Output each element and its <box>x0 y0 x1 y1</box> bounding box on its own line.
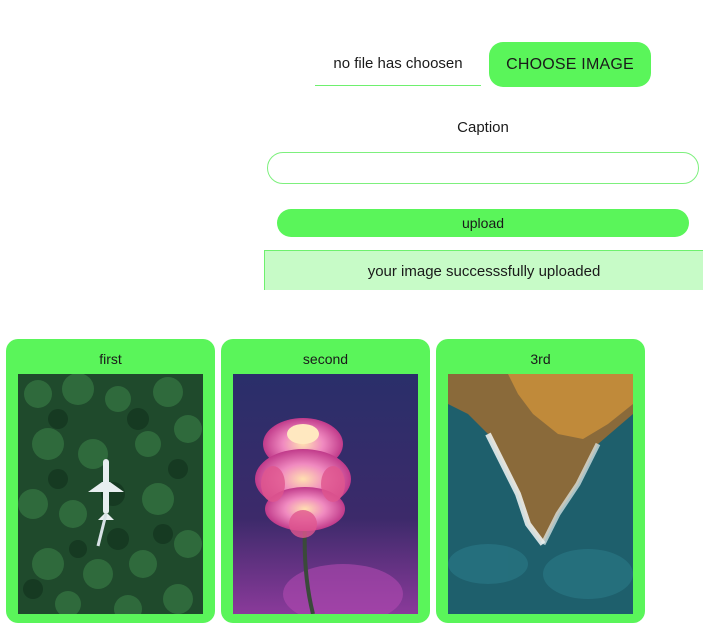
card-title: 3rd <box>530 351 551 367</box>
forest-airplane-image <box>18 374 203 614</box>
gallery-card-second: second <box>221 339 430 623</box>
dahlia-flower-image <box>233 374 418 614</box>
success-message: your image successsfully uploaded <box>264 250 703 290</box>
choose-image-button[interactable]: CHOOSE IMAGE <box>489 42 651 87</box>
card-title: first <box>99 351 122 367</box>
file-status-text: no file has choosen <box>315 45 481 86</box>
card-title: second <box>302 351 349 367</box>
upload-button[interactable]: upload <box>277 209 689 237</box>
gallery-card-3rd: 3rd <box>436 339 645 623</box>
gallery-card-first: first <box>6 339 215 623</box>
caption-input[interactable] <box>267 152 699 184</box>
caption-label: Caption <box>457 119 509 136</box>
coastline-image <box>448 374 633 614</box>
